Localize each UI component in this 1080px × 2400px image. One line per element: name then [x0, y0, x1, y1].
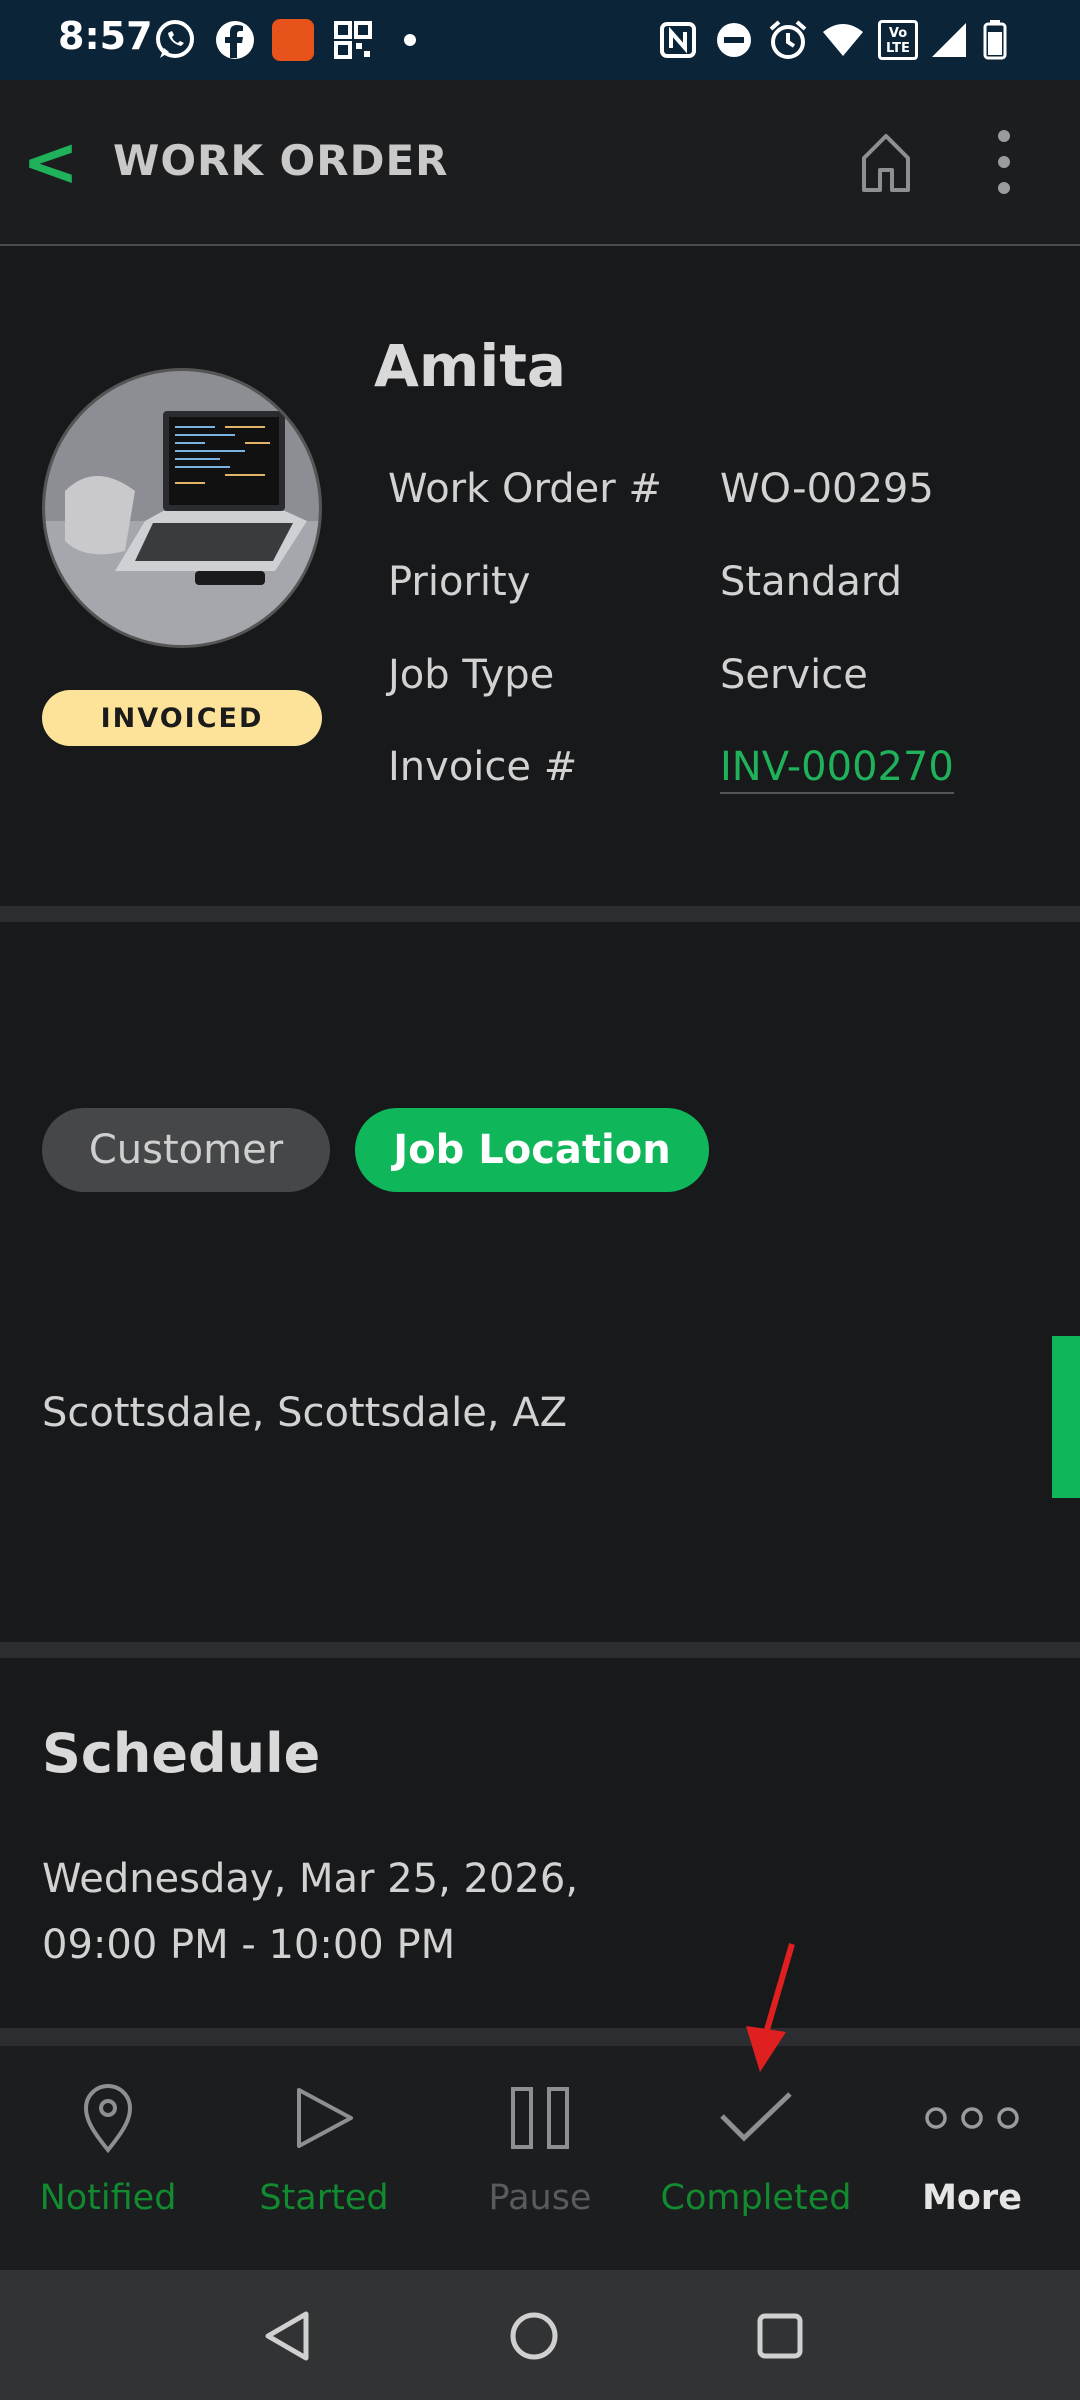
pause-label: Pause [488, 2178, 592, 2218]
started-action[interactable]: Started [216, 2046, 432, 2270]
notified-label: Notified [39, 2178, 177, 2218]
more-action[interactable]: More [864, 2046, 1080, 2270]
work-order-number-value: WO-00295 [720, 466, 934, 512]
dnd-icon [714, 18, 754, 62]
vertical-dots-icon [998, 130, 1010, 194]
schedule-date: Wednesday, Mar 25, 2026, [42, 1856, 579, 1902]
app-header: < WORK ORDER [0, 80, 1080, 246]
back-arrow-icon: < [22, 123, 79, 202]
volte-icon: Vo LTE [876, 18, 920, 62]
section-divider [0, 906, 1080, 922]
play-icon [274, 2078, 374, 2158]
location-pin-icon [58, 2078, 158, 2158]
qr-icon [330, 18, 376, 62]
check-icon [706, 2078, 806, 2158]
tab-job-location[interactable]: Job Location [355, 1108, 709, 1192]
avatar [42, 368, 322, 648]
whatsapp-icon [152, 18, 198, 62]
priority-label: Priority [388, 559, 531, 605]
facebook-icon [212, 18, 258, 62]
notified-action[interactable]: Notified [0, 2046, 216, 2270]
invoice-number-link[interactable]: INV-000270 [720, 744, 954, 794]
schedule-time: 09:00 PM - 10:00 PM [42, 1922, 456, 1968]
job-type-value: Service [720, 652, 868, 698]
section-divider [0, 1642, 1080, 1658]
schedule-title: Schedule [42, 1722, 321, 1785]
status-action-bar: Notified Started Pause Completed More [0, 2046, 1080, 2270]
alarm-icon [766, 18, 810, 62]
status-badge: INVOICED [42, 690, 322, 746]
invoice-number-label: Invoice # [388, 744, 578, 790]
nfc-icon [658, 18, 698, 62]
more-label: More [922, 2178, 1022, 2218]
scroll-indicator[interactable] [1052, 1336, 1080, 1498]
home-icon [862, 134, 910, 192]
page-title: WORK ORDER [113, 136, 449, 185]
customer-name: Amita [374, 332, 567, 400]
overflow-menu-button[interactable] [982, 124, 1026, 200]
work-order-number-label: Work Order # [388, 466, 662, 512]
completed-label: Completed [660, 2178, 852, 2218]
started-label: Started [259, 2178, 389, 2218]
system-nav-bar [0, 2270, 1080, 2400]
home-button[interactable] [856, 130, 916, 196]
pause-icon [490, 2078, 590, 2158]
work-order-summary: INVOICED Amita Work Order # WO-00295 Pri… [0, 246, 1080, 906]
nav-recents-icon[interactable] [756, 2312, 804, 2360]
signal-icon [928, 18, 970, 62]
wifi-icon [820, 18, 866, 62]
job-location-address: Scottsdale, Scottsdale, AZ [42, 1390, 567, 1436]
annotation-arrow-icon [746, 1943, 795, 2072]
section-divider [0, 2028, 1080, 2046]
pause-action[interactable]: Pause [432, 2046, 648, 2270]
app-icon [270, 18, 316, 62]
nav-home-icon[interactable] [508, 2310, 560, 2362]
battery-icon [980, 18, 1010, 62]
dot-icon [398, 18, 422, 62]
priority-value: Standard [720, 559, 902, 605]
back-button[interactable]: < [22, 128, 82, 198]
tab-customer[interactable]: Customer [42, 1108, 330, 1192]
more-icon [922, 2078, 1022, 2158]
status-bar: 8:57 Vo LTE [0, 0, 1080, 80]
status-time: 8:57 [58, 14, 153, 58]
job-type-label: Job Type [388, 652, 555, 698]
laptop-photo-image [45, 371, 319, 645]
nav-back-icon[interactable] [262, 2310, 312, 2362]
